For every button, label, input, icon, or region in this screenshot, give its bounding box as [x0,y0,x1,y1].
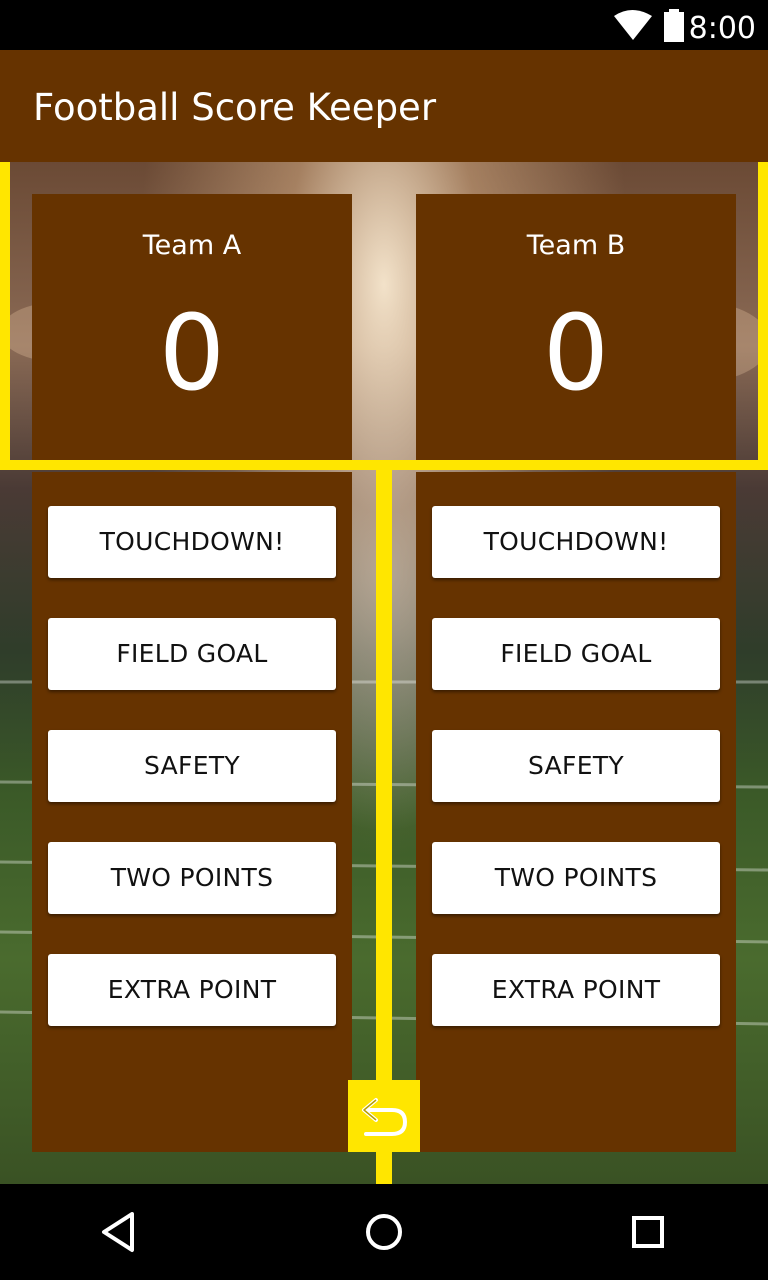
team-a-name: Team A [142,230,242,261]
goal-post-pole [376,462,392,1184]
home-icon[interactable] [356,1204,412,1260]
team-b-score-panel: Team B 0 [416,194,736,460]
team-b-safety-button[interactable]: SAFETY [432,730,720,802]
team-a-touchdown-button[interactable]: TOUCHDOWN! [48,506,336,578]
undo-button[interactable] [348,1080,420,1152]
team-a-safety-button[interactable]: SAFETY [48,730,336,802]
team-a-score-panel: Team A 0 [32,194,352,460]
team-b-two-points-button[interactable]: TWO POINTS [432,842,720,914]
team-a-score: 0 [158,292,226,414]
team-a-two-points-button[interactable]: TWO POINTS [48,842,336,914]
battery-icon [664,9,684,42]
team-b-buttons-panel: TOUCHDOWN! FIELD GOAL SAFETY TWO POINTS … [416,472,736,1152]
app-title: Football Score Keeper [33,86,437,129]
team-a-extra-point-button[interactable]: EXTRA POINT [48,954,336,1026]
recents-icon[interactable] [620,1204,676,1260]
back-icon[interactable] [92,1204,148,1260]
team-b-touchdown-button[interactable]: TOUCHDOWN! [432,506,720,578]
status-bar: 8:00 [0,0,768,50]
app-bar: Football Score Keeper [0,50,768,162]
team-b-field-goal-button[interactable]: FIELD GOAL [432,618,720,690]
team-a-buttons-panel: TOUCHDOWN! FIELD GOAL SAFETY TWO POINTS … [32,472,352,1152]
team-a-field-goal-button[interactable]: FIELD GOAL [48,618,336,690]
team-b-score: 0 [542,292,610,414]
undo-icon [362,1098,408,1136]
team-b-name: Team B [526,230,626,261]
status-time: 8:00 [688,11,756,46]
navigation-bar [0,1184,768,1280]
scoreboard-area: Team A 0 Team B 0 TOUCHDOWN! FIELD GOAL … [0,162,768,1184]
team-b-extra-point-button[interactable]: EXTRA POINT [432,954,720,1026]
